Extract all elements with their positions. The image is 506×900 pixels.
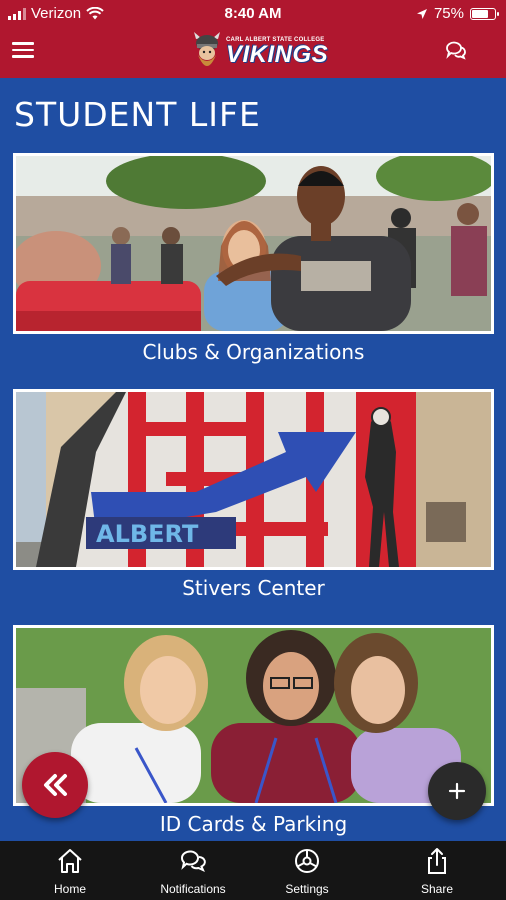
- home-icon: [58, 849, 82, 873]
- tab-label: Share: [420, 882, 454, 896]
- battery-icon: [470, 7, 499, 20]
- mural-text: ALBERT: [96, 520, 199, 548]
- card-label: Clubs & Organizations: [142, 340, 365, 364]
- settings-icon: [295, 849, 319, 873]
- add-fab[interactable]: [428, 762, 486, 820]
- tab-label: Settings: [285, 882, 329, 896]
- stivers-photo: ALBERT: [13, 389, 494, 570]
- battery-percent: 75%: [433, 5, 464, 22]
- viking-mascot-icon: [194, 32, 220, 66]
- tab-home[interactable]: Home: [0, 841, 140, 900]
- clubs-organizations-card[interactable]: Clubs & Organizations: [13, 153, 494, 364]
- tab-settings[interactable]: Settings: [246, 841, 368, 900]
- double-chevron-left-icon: [44, 774, 67, 796]
- chat-icon[interactable]: [444, 38, 468, 62]
- chat-icon: [180, 850, 206, 872]
- logo-title: VIKINGS: [226, 41, 329, 68]
- tab-label: Notifications: [160, 882, 226, 896]
- app-header: CARL ALBERT STATE COLLEGE VIKINGS: [0, 26, 506, 78]
- tab-label: Home: [53, 882, 86, 896]
- clubs-photo: [13, 153, 494, 334]
- back-fab[interactable]: [22, 752, 88, 818]
- bottom-tab-bar: Home Notifications Settings Share: [0, 841, 506, 900]
- plus-icon: [448, 782, 466, 800]
- card-label: Stivers Center: [182, 576, 325, 600]
- tab-notifications[interactable]: Notifications: [140, 841, 246, 900]
- tab-share[interactable]: Share: [368, 841, 506, 900]
- vikings-logo: CARL ALBERT STATE COLLEGE VIKINGS: [192, 30, 328, 74]
- hamburger-menu-icon[interactable]: [12, 42, 34, 60]
- page-title: STUDENT LIFE: [14, 95, 261, 134]
- status-bar: Verizon 8:40 AM 75%: [0, 0, 506, 26]
- share-icon: [428, 848, 446, 874]
- stivers-center-card[interactable]: ALBERT Stivers Center: [13, 389, 494, 600]
- location-arrow-icon: [416, 8, 427, 19]
